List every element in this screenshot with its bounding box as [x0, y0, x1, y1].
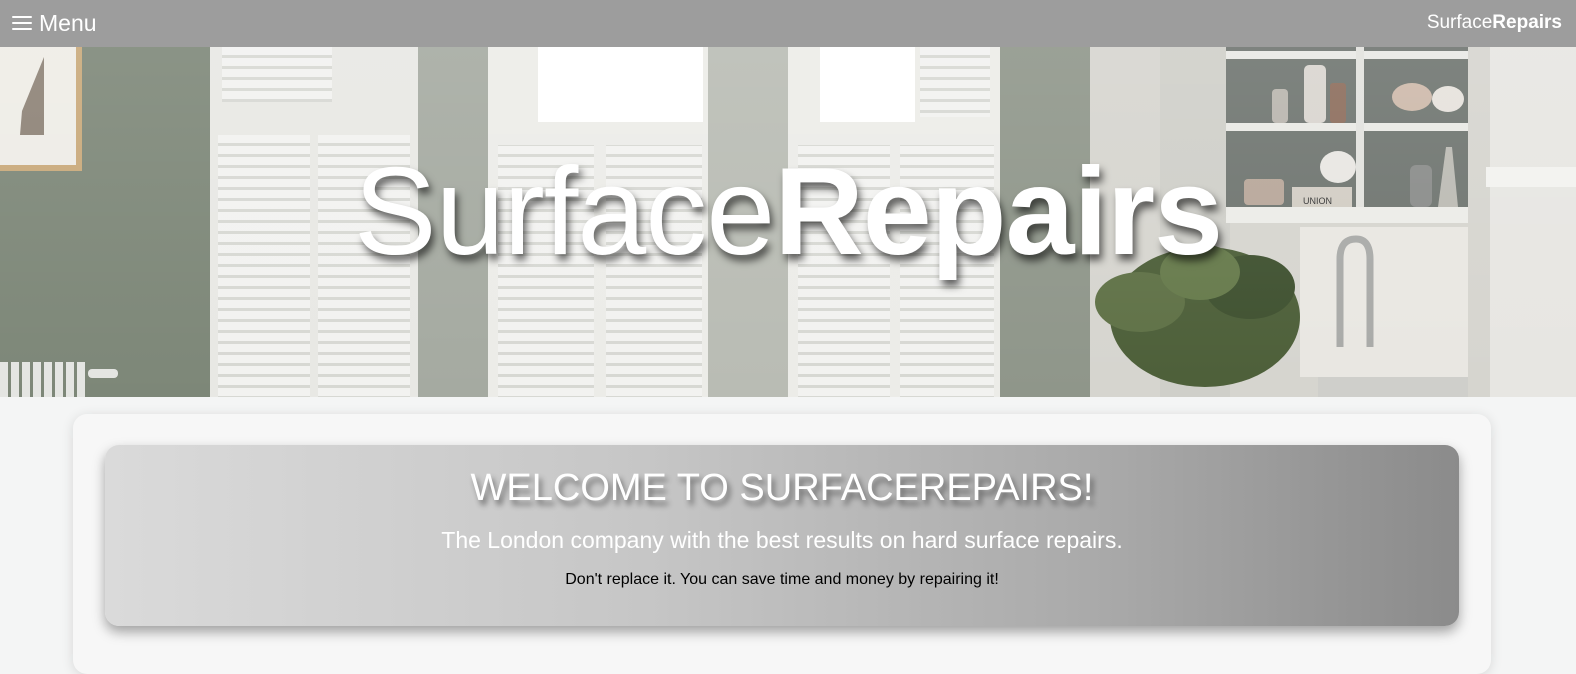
- hero-title: SurfaceRepairs: [0, 150, 1576, 274]
- welcome-tagline: Don't replace it. You can save time and …: [565, 571, 999, 588]
- brand-logo-link[interactable]: SurfaceRepairs: [1427, 13, 1562, 32]
- hero-title-bold: Repairs: [774, 143, 1223, 281]
- menu-button[interactable]: Menu: [12, 7, 97, 39]
- top-navigation-bar: Menu SurfaceRepairs: [0, 0, 1576, 47]
- hero-title-regular: Surface: [353, 143, 775, 281]
- hero-banner: UNION SurfaceRepairs: [0, 47, 1576, 397]
- welcome-subheading: The London company with the best results…: [441, 527, 1123, 553]
- brand-regular-text[interactable]: Surface: [1427, 12, 1492, 33]
- brand-bold-text[interactable]: Repairs: [1492, 12, 1562, 33]
- welcome-panel: WELCOME TO SURFACEREPAIRS! The London co…: [105, 445, 1459, 626]
- welcome-heading: WELCOME TO SURFACEREPAIRS!: [470, 467, 1094, 509]
- hamburger-icon[interactable]: [12, 16, 32, 30]
- content-card: WELCOME TO SURFACEREPAIRS! The London co…: [73, 414, 1491, 674]
- menu-label[interactable]: Menu: [39, 11, 97, 35]
